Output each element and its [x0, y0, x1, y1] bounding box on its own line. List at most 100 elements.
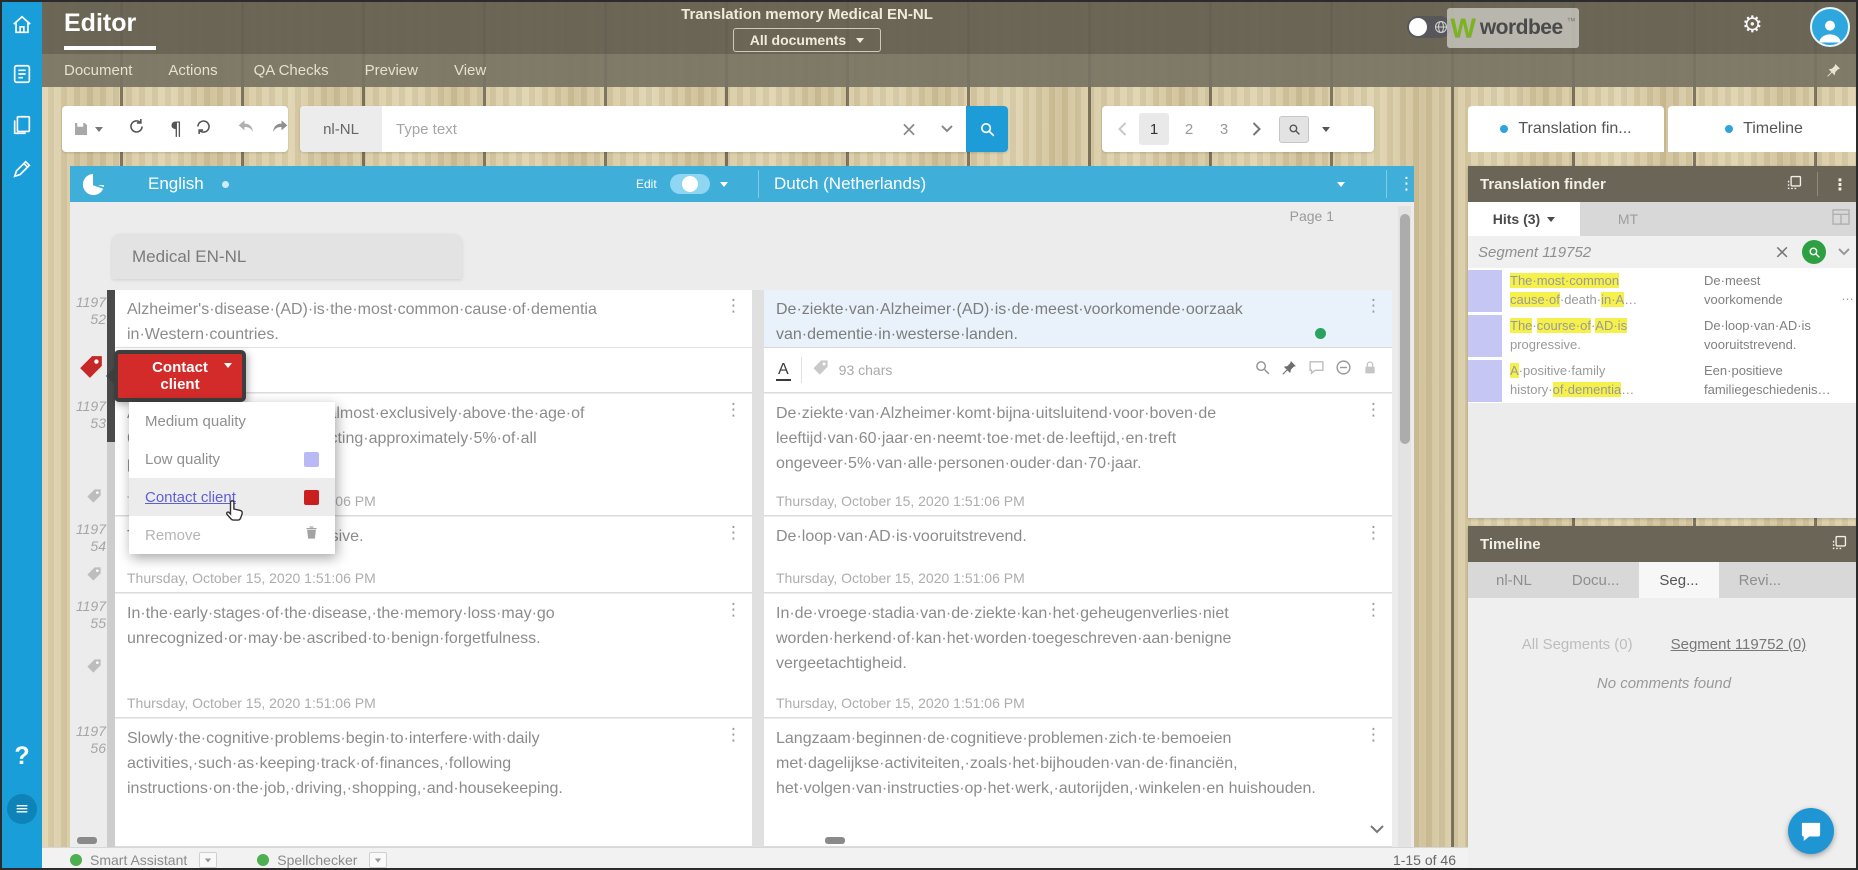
page-3-button[interactable]: 3 [1209, 113, 1239, 145]
menu-item-low-quality[interactable]: Low quality [129, 440, 335, 478]
menu-item-medium-quality[interactable]: Medium quality [129, 402, 335, 440]
scrollbar-thumb[interactable] [1400, 214, 1410, 444]
segment-menu-dots-icon[interactable]: ⋮ [725, 402, 742, 419]
spellchecker-caret-button[interactable] [369, 852, 387, 868]
tab-translation-finder[interactable]: Translation fin... [1468, 106, 1664, 152]
exclude-icon[interactable] [1335, 359, 1352, 381]
search-button[interactable] [966, 106, 1008, 152]
timeline-tab-segment[interactable]: Seg... [1639, 562, 1718, 598]
segment-target-cell[interactable]: De·ziekte·van·Alzheimer·komt·bijna·uitsl… [764, 394, 1392, 516]
segment-menu-dots-icon[interactable]: ⋮ [1365, 402, 1382, 419]
tag-icon[interactable] [812, 359, 829, 381]
timeline-tab-document[interactable]: Docu... [1552, 562, 1640, 598]
pin-icon[interactable] [1281, 359, 1298, 381]
redo-button[interactable] [269, 119, 289, 140]
document-tab[interactable]: Medical EN-NL [112, 234, 462, 279]
source-text[interactable]: Slowly·the·cognitive·problems·begin·to·i… [115, 719, 752, 801]
column-menu-dots-icon[interactable]: ⋮ [1398, 166, 1414, 202]
horizontal-scroll-thumb[interactable] [825, 837, 845, 844]
collapse-menu-icon[interactable]: ≡ [7, 794, 37, 824]
refresh-button[interactable] [127, 117, 146, 141]
finder-hit-row[interactable]: A·positive·familyhistory·of·dementia… Ee… [1468, 358, 1858, 403]
settings-gear-icon[interactable]: ⚙ [1742, 12, 1763, 38]
contact-client-tag-button[interactable]: Contact client [114, 350, 246, 402]
documents-icon[interactable] [2, 114, 42, 136]
segment-target-cell[interactable]: Langzaam·beginnen·de·cognitieve·probleme… [764, 719, 1392, 847]
goto-segment-button[interactable] [1279, 116, 1309, 143]
segment-menu-dots-icon[interactable]: ⋮ [1365, 727, 1382, 744]
vertical-scrollbar[interactable] [1398, 206, 1411, 847]
finder-menu-dots-icon[interactable]: ⋮ [1832, 175, 1848, 194]
source-text[interactable]: In·the·early·stages·of·the·disease,·the·… [115, 594, 752, 651]
menu-document[interactable]: Document [64, 62, 132, 79]
horizontal-scroll-thumb[interactable] [77, 837, 97, 844]
tag-icon[interactable] [86, 658, 102, 679]
target-text[interactable]: De·ziekte·van·Alzheimer·(AD)·is·de·meest… [764, 290, 1392, 347]
target-text[interactable]: De·ziekte·van·Alzheimer·komt·bijna·uitsl… [764, 394, 1392, 476]
user-avatar[interactable] [1810, 7, 1850, 47]
source-text[interactable]: Alzheimer's·disease·(AD)·is·the·most·com… [115, 290, 752, 347]
all-segments-link[interactable]: All Segments (0) [1522, 636, 1633, 653]
segment-menu-dots-icon[interactable]: ⋮ [725, 298, 742, 315]
pilcrow-icon[interactable]: ¶ [170, 118, 182, 140]
segment-comments-link[interactable]: Segment 119752 (0) [1671, 636, 1807, 653]
segment-menu-dots-icon[interactable]: ⋮ [1365, 298, 1382, 315]
clear-search-icon[interactable]: × [890, 106, 928, 152]
target-text[interactable]: De·loop·van·AD·is·vooruitstrevend. [764, 517, 1392, 549]
search-options-caret-icon[interactable] [928, 106, 966, 152]
search-language-select[interactable]: nl-NL [300, 106, 382, 152]
save-button[interactable] [72, 120, 103, 138]
search-input[interactable] [382, 106, 890, 152]
pagination-caret-icon[interactable] [1322, 127, 1330, 132]
scroll-down-chevron-icon[interactable] [1370, 821, 1384, 839]
target-language-caret-icon[interactable] [1337, 182, 1345, 187]
detach-window-icon[interactable] [1831, 534, 1848, 555]
target-text[interactable]: In·de·vroege·stadia·van·de·ziekte·kan·he… [764, 594, 1392, 676]
brand-logo[interactable]: W wordbee ™ [1447, 8, 1579, 48]
pretranslate-button[interactable] [194, 117, 213, 141]
home-icon[interactable] [2, 14, 42, 36]
tab-timeline[interactable]: Timeline [1668, 106, 1858, 152]
menu-preview[interactable]: Preview [365, 62, 418, 79]
page-2-button[interactable]: 2 [1174, 113, 1204, 145]
pin-icon[interactable] [1826, 62, 1842, 83]
close-icon[interactable]: × [1774, 243, 1790, 262]
tab-mt[interactable]: MT [1580, 211, 1676, 227]
tab-hits[interactable]: Hits (3) [1468, 202, 1580, 236]
segment-menu-dots-icon[interactable]: ⋮ [1365, 525, 1382, 542]
format-button[interactable]: A [776, 360, 791, 381]
edit-mode-toggle[interactable] [670, 174, 710, 194]
help-icon[interactable]: ? [2, 742, 42, 771]
segment-menu-dots-icon[interactable]: ⋮ [725, 727, 742, 744]
comment-icon[interactable] [1308, 359, 1325, 381]
finder-hit-row[interactable]: The·course·of·AD·isprogressive. De·loop·… [1468, 313, 1858, 358]
smart-assistant-caret-button[interactable] [199, 852, 217, 868]
hit-more-ellipsis[interactable]: … [1841, 288, 1854, 303]
pie-chart-icon[interactable] [80, 166, 107, 202]
save-caret-icon[interactable] [95, 127, 103, 132]
segment-target-cell[interactable]: In·de·vroege·stadia·van·de·ziekte·kan·he… [764, 594, 1392, 718]
segment-source-cell[interactable]: In·the·early·stages·of·the·disease,·the·… [115, 594, 752, 718]
finder-expand-caret-icon[interactable] [1838, 243, 1850, 261]
page-1-button[interactable]: 1 [1139, 113, 1169, 145]
language-toggle[interactable] [1407, 16, 1451, 38]
lock-icon[interactable] [1362, 360, 1378, 381]
prev-page-icon[interactable] [1110, 122, 1134, 136]
finder-search-button[interactable] [1802, 240, 1826, 264]
menu-qa-checks[interactable]: QA Checks [254, 62, 329, 79]
segment-target-cell[interactable]: De·ziekte·van·Alzheimer·(AD)·is·de·meest… [764, 290, 1392, 393]
editor-pencil-icon[interactable] [2, 158, 42, 180]
next-page-icon[interactable] [1244, 122, 1268, 136]
segment-menu-dots-icon[interactable]: ⋮ [725, 602, 742, 619]
undo-button[interactable] [237, 119, 257, 140]
finder-hit-row[interactable]: The·most·commoncause·of·death·in·A… De·m… [1468, 268, 1858, 313]
timeline-tab-language[interactable]: nl-NL [1476, 562, 1552, 598]
segment-menu-dots-icon[interactable]: ⋮ [725, 525, 742, 542]
segment-target-cell[interactable]: De·loop·van·AD·is·vooruitstrevend. ⋮ Thu… [764, 517, 1392, 593]
detach-window-icon[interactable] [1786, 174, 1803, 195]
menu-view[interactable]: View [454, 62, 486, 79]
layout-columns-icon[interactable] [1832, 209, 1850, 230]
segment-source-cell[interactable]: Slowly·the·cognitive·problems·begin·to·i… [115, 719, 752, 847]
target-text[interactable]: Langzaam·beginnen·de·cognitieve·probleme… [764, 719, 1392, 801]
tag-icon[interactable] [86, 488, 102, 509]
